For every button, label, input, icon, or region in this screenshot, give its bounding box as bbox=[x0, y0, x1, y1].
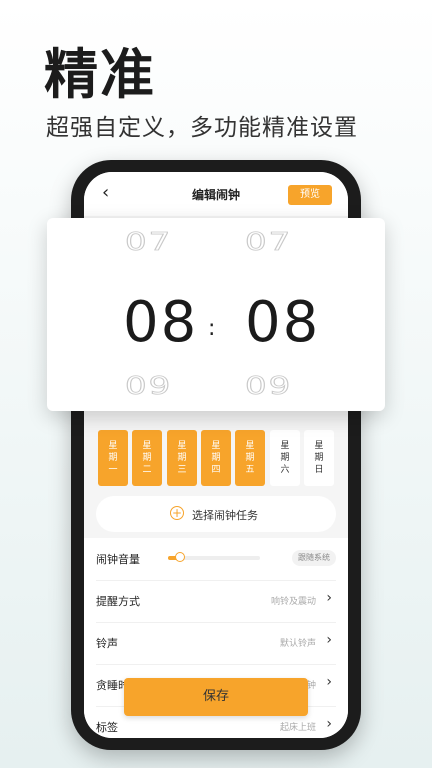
hour-selected[interactable]: 08 bbox=[123, 290, 198, 355]
weekday-toggle[interactable]: 星期五 bbox=[235, 430, 265, 486]
chevron-right-icon: › bbox=[326, 632, 332, 648]
weekday-label: 星期二 bbox=[142, 441, 152, 475]
tag-label: 标签 bbox=[96, 721, 118, 734]
weekday-toggle[interactable]: 星期六 bbox=[270, 430, 300, 486]
ringtone-label: 铃声 bbox=[96, 637, 118, 650]
weekday-selector: 星期一 星期二 星期三 星期四 星期五 星期六 星期日 bbox=[98, 430, 338, 488]
hero-subtitle: 超强自定义，多功能精准设置 bbox=[46, 115, 358, 141]
weekday-toggle[interactable]: 星期三 bbox=[167, 430, 197, 486]
hero-title: 精准 bbox=[44, 43, 156, 106]
volume-row: 闹钟音量 跟随系统 bbox=[96, 538, 336, 581]
chevron-right-icon: › bbox=[326, 590, 332, 606]
preview-button[interactable]: 预览 bbox=[288, 185, 332, 205]
weekday-label: 星期四 bbox=[211, 441, 221, 475]
time-picker-card: 07 07 08 : 08 09 09 bbox=[47, 218, 385, 411]
nav-bar: ‹ 编辑闹钟 预览 bbox=[84, 172, 348, 216]
reminder-label: 提醒方式 bbox=[96, 595, 140, 608]
minute-selected[interactable]: 08 bbox=[245, 290, 320, 355]
chevron-right-icon: › bbox=[326, 674, 332, 690]
follow-system-chip[interactable]: 跟随系统 bbox=[292, 550, 336, 566]
weekday-label: 星期五 bbox=[245, 441, 255, 475]
minute-next[interactable]: 09 bbox=[244, 371, 292, 401]
weekday-toggle[interactable]: 星期一 bbox=[98, 430, 128, 486]
reminder-value: 响铃及震动 bbox=[270, 597, 316, 607]
weekday-label: 星期一 bbox=[108, 441, 118, 475]
weekday-toggle[interactable]: 星期日 bbox=[304, 430, 334, 486]
select-task-button[interactable]: + 选择闹钟任务 bbox=[96, 496, 336, 532]
hour-next[interactable]: 09 bbox=[124, 371, 172, 401]
time-separator: : bbox=[208, 316, 216, 341]
select-task-label: 选择闹钟任务 bbox=[192, 509, 258, 522]
minute-prev[interactable]: 07 bbox=[244, 227, 292, 257]
weekday-label: 星期日 bbox=[314, 441, 324, 475]
tag-value: 起床上班 bbox=[279, 723, 316, 733]
ringtone-row[interactable]: 铃声 默认铃声 › bbox=[96, 622, 336, 665]
volume-slider[interactable] bbox=[168, 552, 260, 562]
save-button[interactable]: 保存 bbox=[124, 678, 308, 716]
ringtone-value: 默认铃声 bbox=[279, 639, 316, 649]
weekday-toggle[interactable]: 星期四 bbox=[201, 430, 231, 486]
chevron-right-icon: › bbox=[326, 716, 332, 732]
hour-prev[interactable]: 07 bbox=[124, 227, 172, 257]
weekday-label: 星期三 bbox=[177, 441, 187, 475]
reminder-row[interactable]: 提醒方式 响铃及震动 › bbox=[96, 580, 336, 623]
volume-slider-handle[interactable] bbox=[174, 552, 185, 562]
plus-circle-icon: + bbox=[170, 506, 184, 520]
weekday-toggle[interactable]: 星期二 bbox=[132, 430, 162, 486]
weekday-label: 星期六 bbox=[280, 441, 290, 475]
volume-label: 闹钟音量 bbox=[96, 553, 140, 566]
